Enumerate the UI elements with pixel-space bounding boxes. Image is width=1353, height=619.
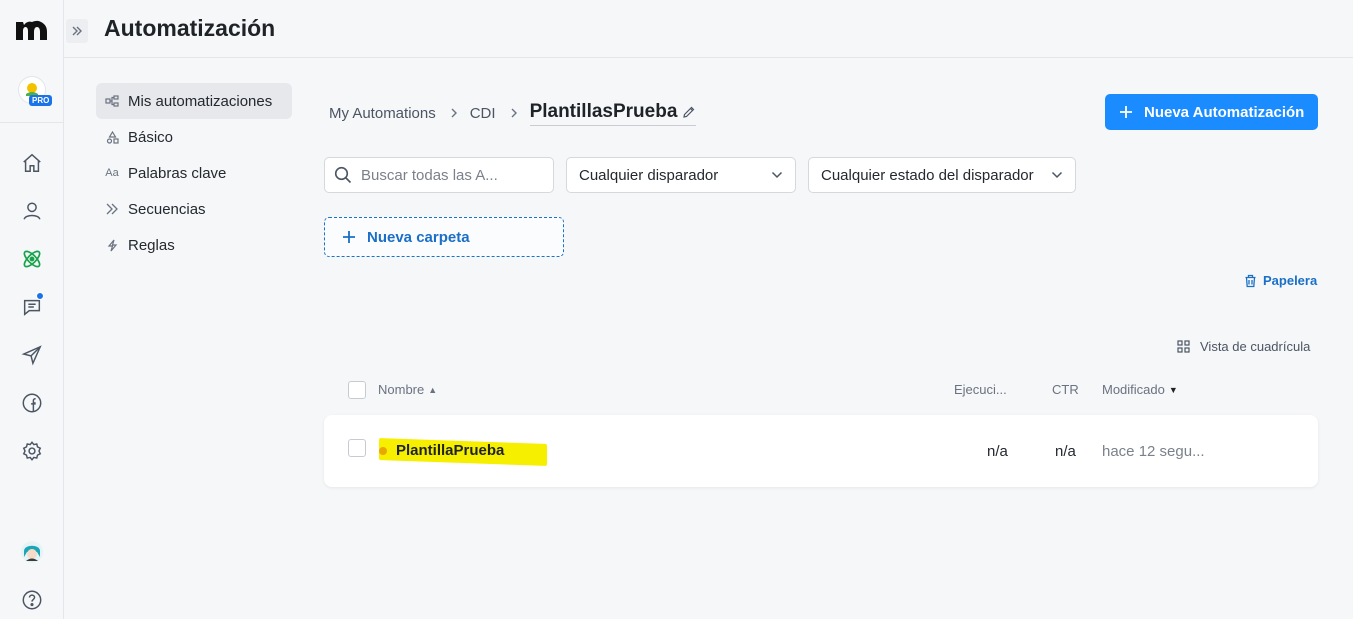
modified-value: hace 12 segu... bbox=[1102, 443, 1205, 460]
subnav-item-keywords[interactable]: Aa Palabras clave bbox=[96, 155, 292, 191]
chat-icon[interactable] bbox=[19, 292, 45, 320]
chevron-right-icon bbox=[510, 107, 518, 119]
sort-icon: ▲︎ bbox=[428, 385, 438, 395]
column-header-label: Modificado bbox=[1102, 382, 1165, 397]
status-dot bbox=[379, 447, 387, 455]
column-header-runs[interactable]: Ejecuci... bbox=[954, 382, 1007, 397]
plus-icon bbox=[1119, 105, 1133, 119]
search-icon bbox=[334, 166, 352, 184]
edit-pencil-icon[interactable] bbox=[682, 105, 696, 119]
search-box[interactable] bbox=[324, 157, 554, 193]
trash-label: Papelera bbox=[1263, 273, 1318, 288]
expand-sidebar-icon[interactable] bbox=[66, 19, 88, 43]
settings-icon[interactable] bbox=[19, 438, 45, 464]
rail-divider bbox=[0, 122, 64, 123]
column-header-ctr[interactable]: CTR bbox=[1052, 382, 1079, 397]
new-automation-label: Nueva Automatización bbox=[1144, 103, 1305, 121]
breadcrumb-folder[interactable]: CDI bbox=[470, 105, 496, 122]
new-automation-button[interactable]: Nueva Automatización bbox=[1105, 94, 1318, 130]
runs-value: n/a bbox=[987, 443, 1008, 460]
plus-icon bbox=[342, 230, 356, 244]
subnav-item-sequences[interactable]: Secuencias bbox=[96, 191, 292, 227]
trigger-state-filter-value: Cualquier estado del disparador bbox=[821, 166, 1034, 184]
user-icon[interactable] bbox=[19, 198, 45, 224]
page-title: Automatización bbox=[104, 15, 276, 41]
user-avatar[interactable] bbox=[19, 539, 45, 565]
facebook-icon[interactable] bbox=[19, 390, 45, 416]
trigger-state-filter-dropdown[interactable]: Cualquier estado del disparador bbox=[808, 157, 1076, 193]
pro-badge: PRO bbox=[29, 95, 53, 106]
app-logo[interactable] bbox=[14, 14, 50, 44]
trigger-filter-value: Cualquier disparador bbox=[579, 166, 719, 184]
column-header-label: Nombre bbox=[378, 382, 425, 397]
breadcrumb: My Automations CDI PlantillasPrueba bbox=[329, 99, 697, 127]
trigger-filter-dropdown[interactable]: Cualquier disparador bbox=[566, 157, 796, 193]
sort-desc-icon: ▼︎ bbox=[1168, 385, 1178, 395]
automation-name[interactable]: PlantillaPrueba bbox=[396, 442, 504, 459]
breadcrumb-current-folder[interactable]: PlantillasPrueba bbox=[529, 100, 697, 126]
subnav-label: Palabras clave bbox=[128, 164, 227, 182]
chevron-down-icon bbox=[771, 171, 783, 179]
subnav-label: Secuencias bbox=[128, 200, 206, 218]
subnav-label: Mis automatizaciones bbox=[128, 92, 273, 110]
column-header-modified[interactable]: Modificado ▼︎ bbox=[1102, 382, 1178, 397]
grid-icon bbox=[1177, 340, 1190, 353]
chevron-down-icon bbox=[1051, 171, 1063, 179]
new-folder-button[interactable]: Nueva carpeta bbox=[324, 217, 564, 257]
left-rail: PRO bbox=[0, 0, 64, 619]
home-icon[interactable] bbox=[19, 150, 45, 176]
subnav-item-basic[interactable]: Básico bbox=[96, 119, 292, 155]
grid-view-label: Vista de cuadrícula bbox=[1200, 339, 1311, 354]
account-switcher[interactable]: PRO bbox=[15, 74, 55, 112]
table-header: Nombre ▲︎ Ejecuci... CTR Modificado ▼︎ bbox=[324, 378, 1318, 402]
search-input[interactable] bbox=[361, 166, 541, 184]
sequence-icon bbox=[105, 203, 119, 215]
column-header-name[interactable]: Nombre ▲︎ bbox=[378, 382, 437, 397]
folder-name: PlantillasPrueba bbox=[529, 100, 678, 122]
subnav-label: Reglas bbox=[128, 236, 175, 254]
chevron-right-icon bbox=[450, 107, 458, 119]
ctr-value: n/a bbox=[1055, 443, 1076, 460]
new-folder-label: Nueva carpeta bbox=[367, 228, 470, 246]
subnav-item-my-automations[interactable]: Mis automatizaciones bbox=[96, 83, 292, 119]
automation-atom-icon[interactable] bbox=[19, 246, 45, 272]
subnav-item-rules[interactable]: Reglas bbox=[96, 227, 292, 263]
bolt-icon bbox=[105, 239, 119, 252]
send-icon[interactable] bbox=[19, 342, 45, 368]
top-bar: Automatización bbox=[64, 0, 1353, 58]
breadcrumb-root[interactable]: My Automations bbox=[329, 105, 436, 122]
table-row[interactable]: PlantillaPrueba n/a n/a hace 12 segu... bbox=[324, 415, 1318, 487]
flow-icon bbox=[105, 95, 119, 107]
automation-subnav: Mis automatizaciones Básico Aa Palabras … bbox=[96, 83, 292, 263]
row-checkbox[interactable] bbox=[348, 439, 366, 457]
grid-view-toggle[interactable]: Vista de cuadrícula bbox=[1177, 339, 1310, 354]
select-all-checkbox[interactable] bbox=[348, 381, 366, 399]
trash-link[interactable]: Papelera bbox=[1244, 273, 1317, 288]
unread-dot bbox=[36, 292, 44, 300]
subnav-label: Básico bbox=[128, 128, 174, 146]
shapes-icon bbox=[105, 130, 119, 144]
trash-icon bbox=[1245, 274, 1256, 287]
help-icon[interactable] bbox=[19, 587, 45, 613]
text-aa-icon: Aa bbox=[105, 167, 119, 179]
